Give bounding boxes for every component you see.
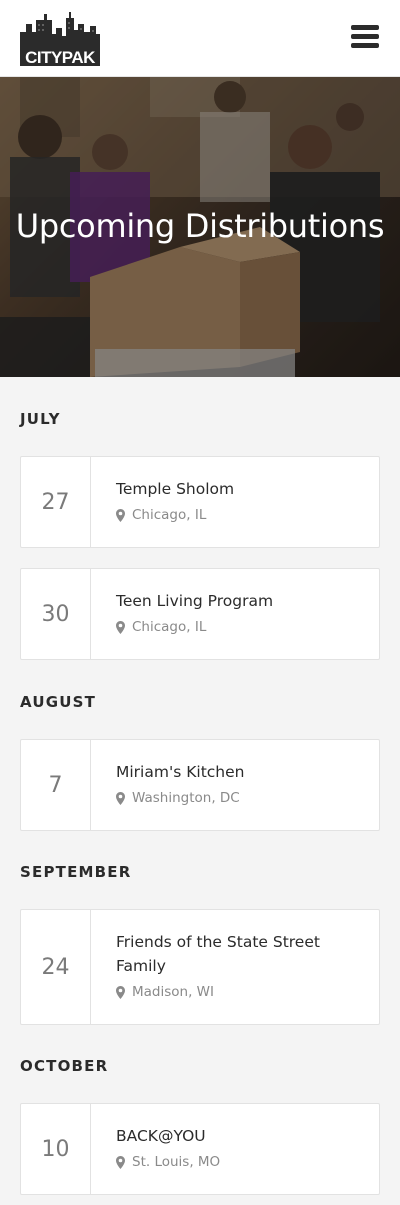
- event-info: Friends of the State Street Family Madis…: [116, 930, 363, 1000]
- event-location: Washington, DC: [116, 790, 363, 806]
- event-day: 30: [21, 569, 91, 659]
- event-location-text: Chicago, IL: [132, 619, 207, 635]
- citypak-logo[interactable]: CITYPAK: [20, 10, 100, 66]
- map-pin-icon: [116, 791, 125, 805]
- event-info: Miriam's Kitchen Washington, DC: [116, 760, 363, 806]
- event-card[interactable]: 24 Friends of the State Street Family Ma…: [20, 909, 380, 1025]
- logo-wordmark: CITYPAK: [25, 48, 95, 67]
- month-heading-october: OCTOBER: [20, 1057, 109, 1075]
- menu-bar: [351, 34, 379, 39]
- event-location: Madison, WI: [116, 984, 363, 1000]
- event-name: BACK@YOU: [116, 1127, 206, 1145]
- month-heading-july: JULY: [20, 410, 61, 428]
- menu-bar: [351, 25, 379, 30]
- event-info: Teen Living Program Chicago, IL: [116, 589, 363, 635]
- map-pin-icon: [116, 508, 125, 522]
- event-name: Friends of the State Street Family: [116, 933, 320, 975]
- event-location: Chicago, IL: [116, 507, 363, 523]
- event-location: St. Louis, MO: [116, 1154, 363, 1170]
- event-location: Chicago, IL: [116, 619, 363, 635]
- event-info: Temple Sholom Chicago, IL: [116, 477, 363, 523]
- event-info: BACK@YOU St. Louis, MO: [116, 1124, 363, 1170]
- hamburger-menu-button[interactable]: [351, 25, 381, 53]
- event-card[interactable]: 27 Temple Sholom Chicago, IL: [20, 456, 380, 548]
- site-header: CITYPAK: [0, 0, 400, 77]
- month-heading-september: SEPTEMBER: [20, 863, 132, 881]
- event-location-text: St. Louis, MO: [132, 1154, 221, 1170]
- event-name: Temple Sholom: [116, 480, 235, 498]
- event-name: Teen Living Program: [116, 592, 274, 610]
- hero-banner: Upcoming Distributions: [0, 77, 400, 377]
- event-card[interactable]: 10 BACK@YOU St. Louis, MO: [20, 1103, 380, 1195]
- event-name: Miriam's Kitchen: [116, 763, 245, 781]
- page-title: Upcoming Distributions: [15, 207, 385, 245]
- map-pin-icon: [116, 620, 125, 634]
- event-day: 7: [21, 740, 91, 830]
- event-day: 24: [21, 910, 91, 1024]
- menu-bar: [351, 43, 379, 48]
- event-location-text: Chicago, IL: [132, 507, 207, 523]
- event-day: 10: [21, 1104, 91, 1194]
- event-day: 27: [21, 457, 91, 547]
- event-location-text: Washington, DC: [132, 790, 240, 806]
- event-card[interactable]: 7 Miriam's Kitchen Washington, DC: [20, 739, 380, 831]
- month-heading-august: AUGUST: [20, 693, 97, 711]
- map-pin-icon: [116, 1155, 125, 1169]
- event-location-text: Madison, WI: [132, 984, 215, 1000]
- map-pin-icon: [116, 985, 125, 999]
- event-card[interactable]: 30 Teen Living Program Chicago, IL: [20, 568, 380, 660]
